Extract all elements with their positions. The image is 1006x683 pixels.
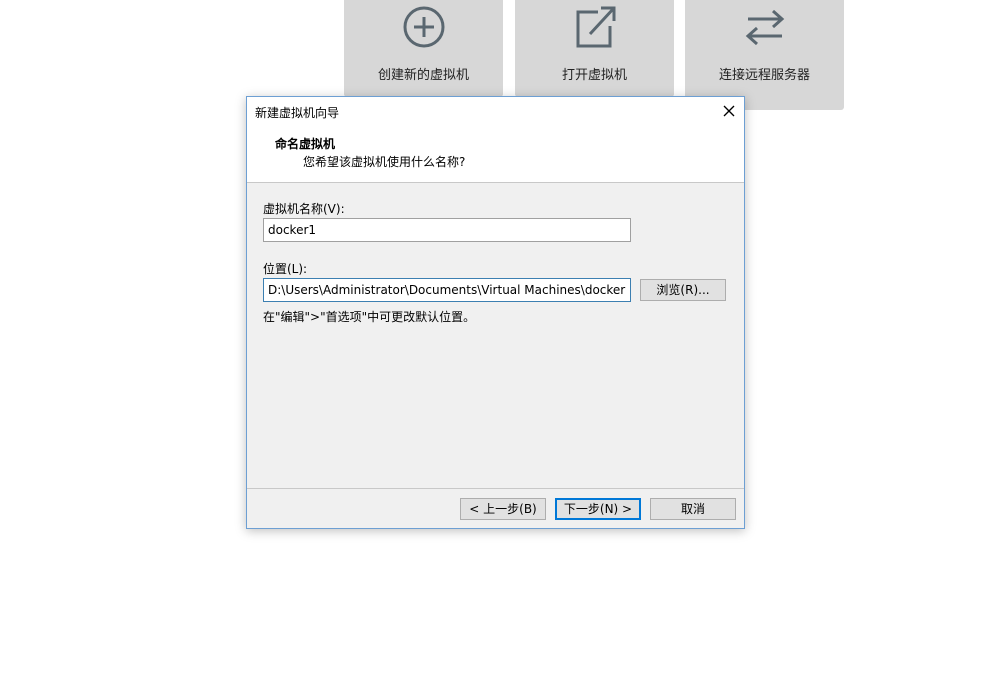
location-label: 位置(L): [263, 262, 308, 276]
dialog-header: 命名虚拟机 您希望该虚拟机使用什么名称? [247, 125, 744, 183]
vm-name-input[interactable] [263, 218, 631, 242]
dialog-footer-divider [247, 488, 744, 489]
tile-create-vm[interactable]: 创建新的虚拟机 [344, 0, 503, 97]
tile-connect-label: 连接远程服务器 [718, 68, 810, 83]
tile-create-label: 创建新的虚拟机 [377, 68, 469, 83]
tile-open-vm[interactable]: 打开虚拟机 [515, 0, 674, 97]
open-external-icon [576, 6, 615, 48]
new-vm-wizard-dialog: 新建虚拟机向导 命名虚拟机 您希望该虚拟机使用什么名称? 虚拟机名称(V): 位… [246, 96, 745, 529]
next-button[interactable]: 下一步(N) > [555, 498, 641, 520]
header-title: 命名虚拟机 [275, 137, 336, 151]
browse-button[interactable]: 浏览(R)... [640, 279, 726, 301]
location-hint: 在"编辑">"首选项"中可更改默认位置。 [263, 310, 476, 324]
name-label: 虚拟机名称(V): [263, 202, 345, 216]
tile-open-label: 打开虚拟机 [561, 68, 627, 83]
dialog-title: 新建虚拟机向导 [255, 106, 340, 120]
tile-connect-server[interactable]: 连接远程服务器 [685, 0, 844, 110]
swap-arrows-icon [745, 9, 784, 46]
header-subtitle: 您希望该虚拟机使用什么名称? [303, 155, 466, 169]
cancel-button[interactable]: 取消 [650, 498, 736, 520]
back-button[interactable]: < 上一步(B) [460, 498, 546, 520]
plus-circle-icon [403, 6, 444, 48]
location-input[interactable] [263, 278, 631, 302]
dialog-title-bar[interactable]: 新建虚拟机向导 [247, 97, 744, 125]
close-icon[interactable] [718, 100, 740, 122]
